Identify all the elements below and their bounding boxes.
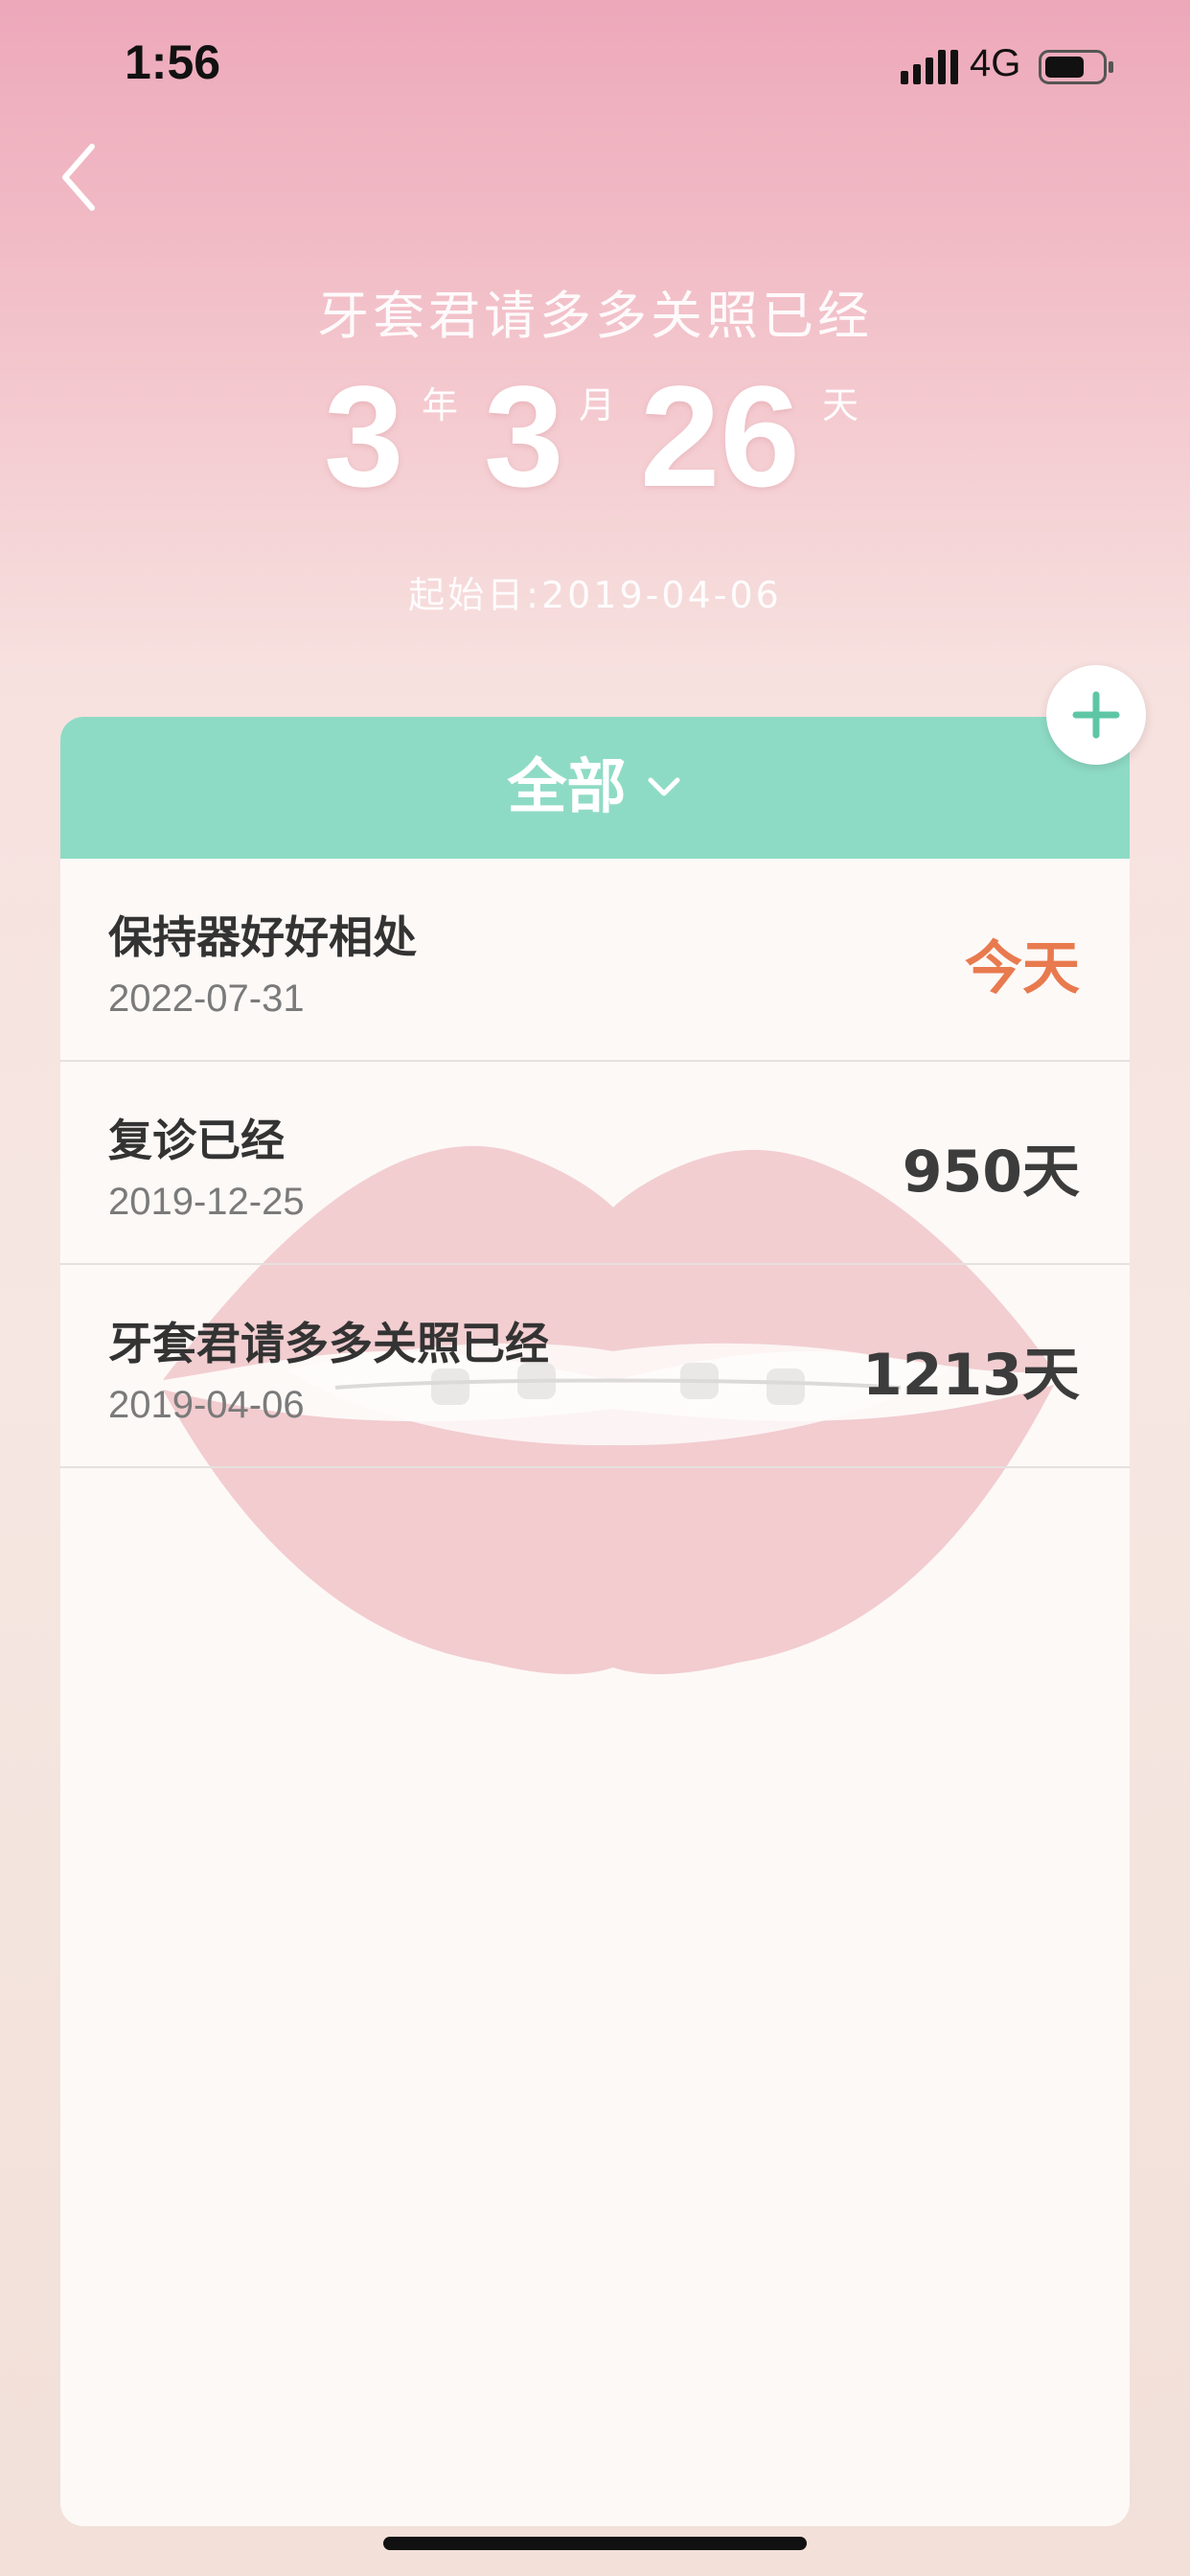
battery-icon <box>1039 50 1113 84</box>
filter-label: 全部 <box>507 751 627 821</box>
item-title: 牙套君请多多关照已经 <box>108 1318 549 1369</box>
network-type: 4G <box>970 42 1021 84</box>
item-title: 复诊已经 <box>108 1115 285 1166</box>
hero-title: 牙套君请多多关照已经 <box>317 286 873 346</box>
filter-dropdown[interactable]: 全部 <box>60 744 1130 830</box>
status-bar: 1:56 4G <box>0 0 1190 134</box>
add-button[interactable] <box>1046 665 1146 765</box>
item-date: 2019-04-06 <box>108 1384 305 1426</box>
item-date: 2022-07-31 <box>108 978 305 1020</box>
home-indicator[interactable] <box>383 2537 807 2550</box>
records-panel: 全部 保持器好好相处 2022-07-31 今天 复诊已经 2019-12-25… <box>60 717 1130 2526</box>
list-item[interactable]: 保持器好好相处 2022-07-31 今天 <box>60 859 1130 1062</box>
signal-icon <box>901 50 958 84</box>
item-value: 1213天 <box>862 1342 1080 1409</box>
list-item[interactable]: 牙套君请多多关照已经 2019-04-06 1213天 <box>60 1265 1130 1468</box>
start-date: 起始日:2019-04-06 <box>408 574 782 616</box>
item-title: 保持器好好相处 <box>108 911 417 963</box>
panel-header: 全部 <box>60 717 1130 859</box>
plus-icon <box>1072 691 1120 739</box>
duration-counter: 3 年 3 月 26 天 <box>0 355 1190 518</box>
months-value: 3 <box>484 356 564 517</box>
days-unit: 天 <box>822 384 859 426</box>
back-chevron-icon[interactable] <box>57 139 115 216</box>
item-value: 950天 <box>902 1138 1080 1206</box>
years-unit: 年 <box>422 384 459 426</box>
chevron-down-icon <box>648 777 680 796</box>
list-item[interactable]: 复诊已经 2019-12-25 950天 <box>60 1062 1130 1265</box>
status-time: 1:56 <box>125 35 221 89</box>
item-date: 2019-12-25 <box>108 1181 305 1223</box>
days-value: 26 <box>640 356 800 517</box>
years-value: 3 <box>324 356 404 517</box>
item-value: 今天 <box>965 935 1080 1002</box>
months-unit: 月 <box>579 384 616 426</box>
